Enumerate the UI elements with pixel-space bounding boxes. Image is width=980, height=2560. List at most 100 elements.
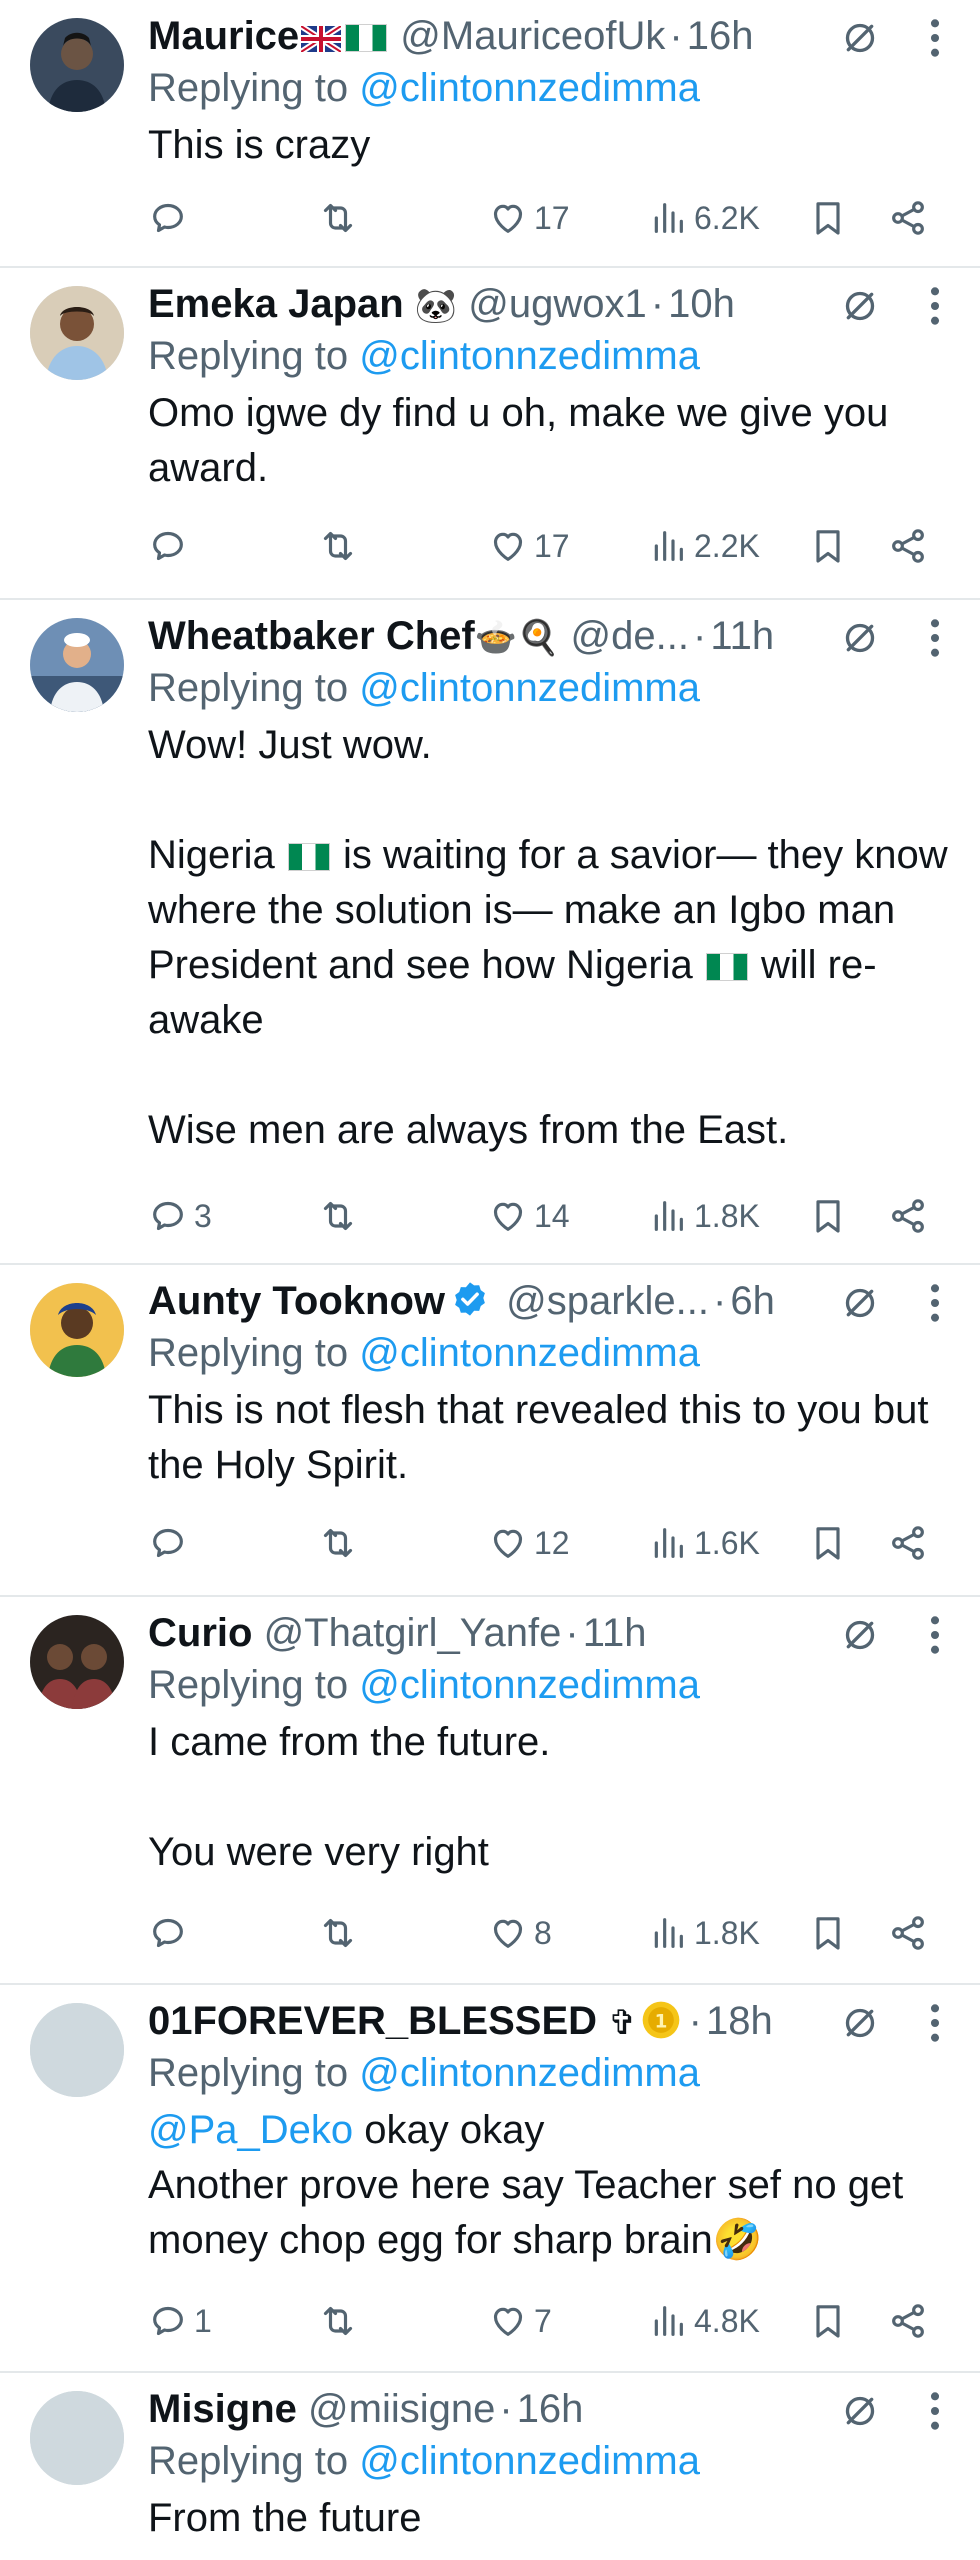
- share-button[interactable]: [888, 1515, 928, 1571]
- retweet-button[interactable]: [318, 190, 358, 246]
- tweet[interactable]: Aunty Tooknow @sparkle... · 6h Replying to…: [0, 1265, 980, 1597]
- more-options-icon[interactable]: [928, 616, 942, 660]
- avatar[interactable]: [30, 18, 124, 112]
- timestamp[interactable]: 10h: [668, 282, 735, 326]
- replying-to-mention[interactable]: @clintonnzedimma: [359, 334, 700, 378]
- views-button[interactable]: 4.8K: [648, 2293, 760, 2349]
- like-button[interactable]: 17: [488, 518, 570, 574]
- like-button[interactable]: 14: [488, 1188, 570, 1244]
- like-button[interactable]: 12: [488, 1515, 570, 1571]
- reply-icon: [148, 1196, 188, 1236]
- mute-conversation-icon[interactable]: [840, 2003, 880, 2043]
- more-options-icon[interactable]: [928, 1281, 942, 1325]
- reply-button[interactable]: [148, 1515, 194, 1571]
- share-button[interactable]: [888, 1188, 928, 1244]
- replying-to-mention[interactable]: @clintonnzedimma: [359, 2439, 700, 2483]
- replying-to: Replying to @clintonnzedimma: [148, 2435, 700, 2487]
- views-button[interactable]: 6.2K: [648, 190, 760, 246]
- share-button[interactable]: [888, 2293, 928, 2349]
- tweet[interactable]: Emeka Japan 🐼 @ugwox1 · 10h Replying to @c…: [0, 268, 980, 600]
- display-name[interactable]: Emeka Japan: [148, 282, 404, 326]
- mute-conversation-icon[interactable]: [840, 1283, 880, 1323]
- replying-to-mention[interactable]: @clintonnzedimma: [359, 2051, 700, 2095]
- display-name[interactable]: Wheatbaker Chef: [148, 614, 475, 658]
- tweet-mention-link[interactable]: @Pa_Deko: [148, 2108, 353, 2152]
- share-button[interactable]: [888, 1905, 928, 1961]
- bookmark-button[interactable]: [808, 1905, 848, 1961]
- tweet[interactable]: 01FOREVER_BLESSED ✞ 1 · 18h Replying to @cl…: [0, 1985, 980, 2373]
- avatar[interactable]: [30, 2391, 124, 2485]
- replying-to-mention[interactable]: @clintonnzedimma: [359, 1331, 700, 1375]
- retweet-icon: [318, 1523, 358, 1563]
- mute-conversation-icon[interactable]: [840, 286, 880, 326]
- tweet[interactable]: Curio @Thatgirl_Yanfe · 11h Replying to @c…: [0, 1597, 980, 1985]
- user-handle[interactable]: @ugwox1: [468, 282, 646, 326]
- timestamp[interactable]: 16h: [687, 14, 754, 58]
- food-emoji: 🍲🍳: [474, 619, 560, 657]
- tweet[interactable]: Wheatbaker Chef🍲🍳 @de... · 11h Replying to…: [0, 600, 980, 1265]
- timestamp[interactable]: 11h: [583, 1611, 647, 1655]
- reply-button[interactable]: [148, 518, 194, 574]
- tweet[interactable]: Misigne @miisigne · 16h Replying to @clint…: [0, 2373, 980, 2560]
- replying-to: Replying to @clintonnzedimma: [148, 330, 700, 382]
- share-button[interactable]: [888, 190, 928, 246]
- like-button[interactable]: 8: [488, 1905, 552, 1961]
- more-options-icon[interactable]: [928, 2001, 942, 2045]
- avatar[interactable]: [30, 1283, 124, 1377]
- replying-to-mention[interactable]: @clintonnzedimma: [359, 666, 700, 710]
- mute-conversation-icon[interactable]: [840, 2391, 880, 2431]
- views-button[interactable]: 2.2K: [648, 518, 760, 574]
- user-handle[interactable]: @de...: [571, 614, 689, 658]
- mute-conversation-icon[interactable]: [840, 1615, 880, 1655]
- user-handle[interactable]: @sparkle...: [506, 1279, 709, 1323]
- display-name[interactable]: 01FOREVER_BLESSED: [148, 1999, 597, 2043]
- user-handle[interactable]: @Thatgirl_Yanfe: [264, 1611, 562, 1655]
- timestamp[interactable]: 6h: [730, 1279, 775, 1323]
- reply-button[interactable]: 1: [148, 2293, 212, 2349]
- more-options-icon[interactable]: [928, 16, 942, 60]
- bookmark-button[interactable]: [808, 1188, 848, 1244]
- share-button[interactable]: [888, 518, 928, 574]
- retweet-button[interactable]: [318, 2293, 358, 2349]
- like-button[interactable]: 7: [488, 2293, 552, 2349]
- reply-count: 3: [194, 1197, 212, 1234]
- bookmark-button[interactable]: [808, 2293, 848, 2349]
- reply-button[interactable]: [148, 190, 194, 246]
- views-button[interactable]: 1.8K: [648, 1905, 760, 1961]
- retweet-button[interactable]: [318, 1188, 358, 1244]
- tweet[interactable]: Maurice @MauriceofUk · 16h Replying to @cl…: [0, 0, 980, 268]
- user-handle[interactable]: @MauriceofUk: [400, 14, 665, 58]
- bookmark-button[interactable]: [808, 190, 848, 246]
- more-options-icon[interactable]: [928, 1613, 942, 1657]
- more-options-icon[interactable]: [928, 284, 942, 328]
- avatar[interactable]: [30, 618, 124, 712]
- uk-flag-icon: [299, 13, 343, 62]
- reply-button[interactable]: 3: [148, 1188, 212, 1244]
- like-button[interactable]: 17: [488, 190, 570, 246]
- display-name[interactable]: Misigne: [148, 2387, 297, 2431]
- bookmark-button[interactable]: [808, 1515, 848, 1571]
- avatar[interactable]: [30, 2003, 124, 2097]
- mute-conversation-icon[interactable]: [840, 18, 880, 58]
- avatar[interactable]: [30, 1615, 124, 1709]
- views-button[interactable]: 1.8K: [648, 1188, 760, 1244]
- bookmark-button[interactable]: [808, 518, 848, 574]
- timestamp[interactable]: 16h: [517, 2387, 584, 2431]
- mute-conversation-icon[interactable]: [840, 618, 880, 658]
- replying-to-mention[interactable]: @clintonnzedimma: [359, 66, 700, 110]
- user-handle[interactable]: @miisigne: [308, 2387, 495, 2431]
- display-name[interactable]: Aunty Tooknow: [148, 1279, 445, 1323]
- replying-to: Replying to @clintonnzedimma: [148, 2047, 700, 2099]
- display-name[interactable]: Maurice: [148, 14, 299, 58]
- display-name[interactable]: Curio: [148, 1611, 252, 1655]
- retweet-button[interactable]: [318, 1515, 358, 1571]
- more-options-icon[interactable]: [928, 2389, 942, 2433]
- reply-button[interactable]: [148, 1905, 194, 1961]
- avatar[interactable]: [30, 286, 124, 380]
- replying-to-mention[interactable]: @clintonnzedimma: [359, 1663, 700, 1707]
- retweet-button[interactable]: [318, 518, 358, 574]
- views-button[interactable]: 1.6K: [648, 1515, 760, 1571]
- timestamp[interactable]: 11h: [710, 614, 774, 658]
- retweet-button[interactable]: [318, 1905, 358, 1961]
- timestamp[interactable]: 18h: [706, 1999, 773, 2043]
